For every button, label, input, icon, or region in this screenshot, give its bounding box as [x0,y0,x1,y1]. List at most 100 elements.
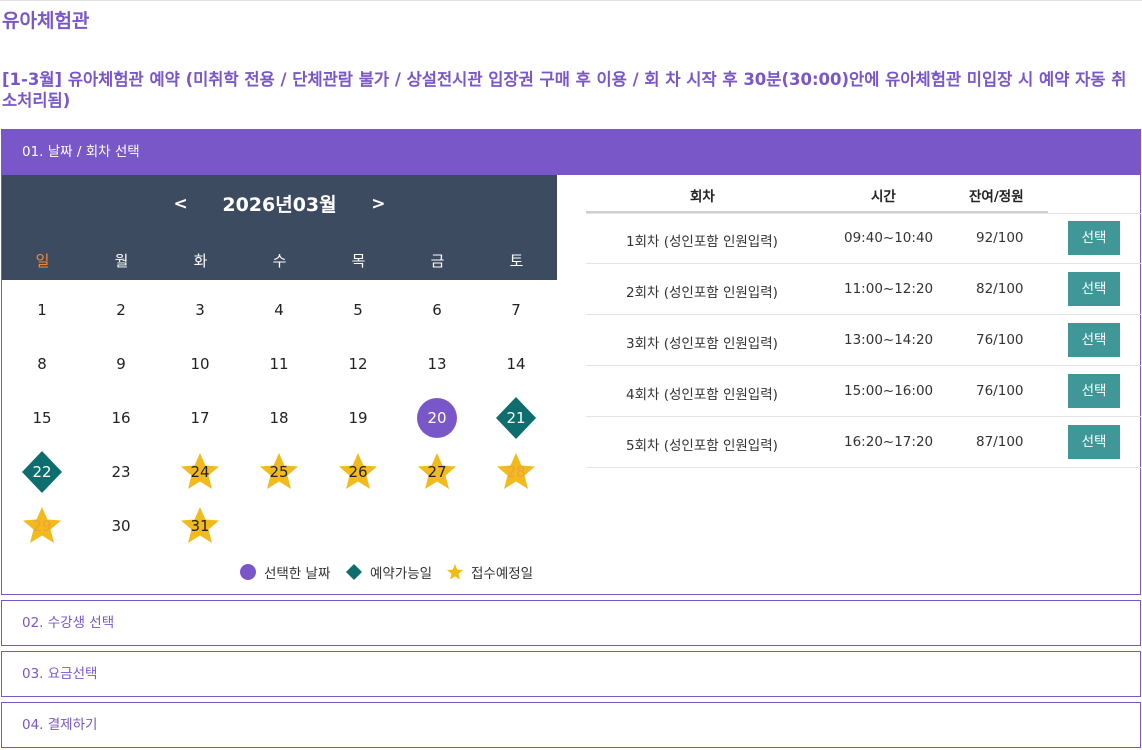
calendar-day-number: 22 [32,463,52,481]
calendar-day-13[interactable]: 13 [415,342,459,386]
program-subtitle: [1-3월] 유아체험관 예약 (미취학 전용 / 단체관람 불가 / 상설전시… [2,70,1127,110]
calendar-day-29[interactable]: 29 [20,504,64,548]
calendar-day-8[interactable]: 8 [20,342,64,386]
calendar-day-17[interactable]: 17 [178,396,222,440]
header-remaining: 잔여/정원 [969,189,1024,205]
calendar-day-23[interactable]: 23 [99,450,143,494]
step3-fee-select[interactable]: 03. 요금선택 [1,651,1141,697]
calendar-day-number: 16 [111,409,131,427]
calendar-day-26[interactable]: 26 [336,450,380,494]
round-name: 4회차 (성인포함 인원입력) [626,387,778,403]
calendar-day-number: 31 [190,517,210,535]
calendar-day-25[interactable]: 25 [257,450,301,494]
select-round-button[interactable]: 선택 [1068,272,1120,306]
round-name: 5회차 (성인포함 인원입력) [626,438,778,454]
calendar-day-number: 14 [506,355,526,373]
calendar-day-11[interactable]: 11 [257,342,301,386]
calendar-day-number: 26 [348,463,368,481]
calendar-day-22[interactable]: 22 [20,450,64,494]
calendar-day-number: 9 [116,355,126,373]
calendar-day-31[interactable]: 31 [178,504,222,548]
round-remaining: 92/100 [976,230,1024,246]
calendar-day-3[interactable]: 3 [178,288,222,332]
weekday-row: 일 월 화 수 목 금 토 [2,250,557,270]
calendar-day-number: 28 [506,463,526,481]
calendar-day-number: 1 [37,301,47,319]
calendar-day-24[interactable]: 24 [178,450,222,494]
calendar-day-number: 23 [111,463,131,481]
calendar-day-18[interactable]: 18 [257,396,301,440]
calendar-day-number: 11 [269,355,289,373]
weekday-fri: 금 [430,252,445,270]
calendar-day-19[interactable]: 19 [336,396,380,440]
calendar-day-number: 10 [190,355,210,373]
calendar-day-number: 15 [32,409,52,427]
table-row: 4회차 (성인포함 인원입력) 15:00~16:00 76/100 선택 [586,366,1141,417]
weekday-thu: 목 [351,252,366,270]
available-date-marker-icon [346,564,362,580]
calendar-day-6[interactable]: 6 [415,288,459,332]
calendar-header: < 2026년03월 > 일 월 화 수 목 금 토 [2,175,557,280]
round-remaining: 87/100 [976,434,1024,450]
round-time: 11:00~12:20 [844,281,934,297]
table-row: 5회차 (성인포함 인원입력) 16:20~17:20 87/100 선택 [586,417,1141,468]
round-time: 16:20~17:20 [844,434,934,450]
calendar-day-number: 3 [195,301,205,319]
upcoming-date-star-icon [447,564,463,580]
calendar-day-4[interactable]: 4 [257,288,301,332]
schedule-header-row: 회차 시간 잔여/정원 [586,175,1141,214]
weekday-tue: 화 [193,252,208,270]
calendar-day-5[interactable]: 5 [336,288,380,332]
step1-header[interactable]: 01. 날짜 / 회차 선택 [2,130,1140,175]
calendar-day-number: 4 [274,301,284,319]
select-round-button[interactable]: 선택 [1068,425,1120,459]
calendar-day-28[interactable]: 28 [494,450,538,494]
round-name: 3회차 (성인포함 인원입력) [626,336,778,352]
calendar-day-16[interactable]: 16 [99,396,143,440]
select-round-button[interactable]: 선택 [1068,374,1120,408]
calendar-day-10[interactable]: 10 [178,342,222,386]
header-round: 회차 [690,189,715,205]
round-schedule-table: 회차 시간 잔여/정원 1회차 (성인포함 인원입력) 09:40~10:40 … [586,175,1141,468]
round-time: 15:00~16:00 [844,383,934,399]
calendar-day-1[interactable]: 1 [20,288,64,332]
legend-available-label: 예약가능일 [370,566,433,582]
prev-month-button[interactable]: < [163,194,197,214]
table-row: 3회차 (성인포함 인원입력) 13:00~14:20 76/100 선택 [586,315,1141,366]
calendar-day-number: 19 [348,409,368,427]
calendar-day-15[interactable]: 15 [20,396,64,440]
calendar-day-number: 6 [432,301,442,319]
calendar-day-20[interactable]: 20 [415,396,459,440]
step4-payment[interactable]: 04. 결제하기 [1,702,1141,748]
calendar-day-number: 5 [353,301,363,319]
calendar-day-7[interactable]: 7 [494,288,538,332]
round-time: 13:00~14:20 [844,332,934,348]
step2-student-select[interactable]: 02. 수강생 선택 [1,600,1141,646]
next-month-button[interactable]: > [361,194,395,214]
legend-available: 예약가능일 [345,561,432,583]
calendar-day-number: 17 [190,409,210,427]
round-time: 09:40~10:40 [844,230,934,246]
calendar-day-21[interactable]: 21 [494,396,538,440]
calendar-day-2[interactable]: 2 [99,288,143,332]
calendar-day-number: 20 [427,409,447,427]
calendar-day-number: 13 [427,355,447,373]
calendar-day-12[interactable]: 12 [336,342,380,386]
calendar-day-number: 8 [37,355,47,373]
calendar-day-number: 27 [427,463,447,481]
calendar-day-30[interactable]: 30 [99,504,143,548]
header-time: 시간 [871,189,896,205]
month-navigation: < 2026년03월 > [2,190,557,217]
calendar-day-number: 2 [116,301,126,319]
calendar-day-number: 7 [511,301,521,319]
calendar-day-number: 24 [190,463,210,481]
calendar-day-9[interactable]: 9 [99,342,143,386]
step-date-round-panel: 01. 날짜 / 회차 선택 < 2026년03월 > 일 월 화 수 목 금 … [1,129,1141,595]
calendar-day-number: 21 [506,409,526,427]
month-label: 2026년03월 [222,194,337,216]
select-round-button[interactable]: 선택 [1068,323,1120,357]
select-round-button[interactable]: 선택 [1068,221,1120,255]
weekday-mon: 월 [114,252,129,270]
calendar-day-27[interactable]: 27 [415,450,459,494]
calendar-day-14[interactable]: 14 [494,342,538,386]
